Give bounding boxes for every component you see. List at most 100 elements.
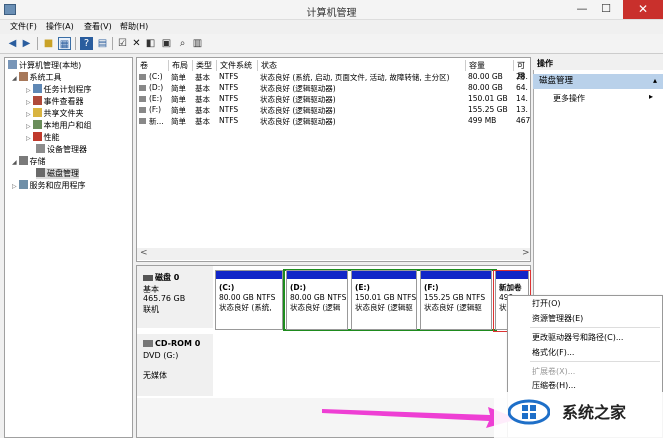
table-cell: 基本 — [195, 117, 210, 126]
table-cell: 简单 — [171, 117, 186, 126]
help-icon[interactable]: ? — [80, 37, 93, 50]
partition-header-bar — [352, 271, 416, 279]
window-title: 计算机管理 — [306, 8, 357, 19]
collapse-arrow-icon[interactable]: ▴ — [653, 76, 657, 85]
storage-icon — [18, 156, 28, 165]
ctx-change-drive-letter[interactable]: 更改驱动器号和路径(C)... — [508, 332, 623, 344]
disk-icon — [36, 168, 45, 177]
table-cell: 状态良好 (逻辑驱动器) — [260, 95, 336, 104]
search-icon[interactable]: ⌕ — [176, 37, 189, 50]
partition-status: 状态良好 (逻辑驱 — [424, 303, 482, 312]
menu-help[interactable]: 帮助(H) — [120, 21, 148, 32]
horizontal-scrollbar[interactable] — [137, 248, 530, 260]
more-actions-link[interactable]: 更多操作 — [553, 93, 585, 104]
table-cell: NTFS — [219, 116, 239, 125]
rescan-icon[interactable]: ▥ — [191, 37, 204, 50]
partition-block[interactable]: (F:) 155.25 GB NTFS 状态良好 (逻辑驱 — [420, 270, 492, 330]
table-cell: 简单 — [171, 106, 186, 115]
ctx-open[interactable]: 打开(O) — [508, 298, 561, 310]
menu-view[interactable]: 查看(V) — [84, 21, 112, 32]
toolbar-separator — [112, 37, 113, 50]
services-icon — [18, 180, 28, 189]
device-manager-icon — [36, 144, 45, 153]
partition-block[interactable]: (E:) 150.01 GB NTFS 状态良好 (逻辑驱 — [351, 270, 417, 330]
delete-icon[interactable]: ✕ — [130, 37, 143, 50]
volume-icon — [139, 74, 146, 80]
scroll-right-arrow[interactable]: > — [522, 248, 530, 258]
tree-item-local-users[interactable]: ▷ 本地用户和组 — [26, 120, 92, 131]
tree-item-device-manager[interactable]: 设备管理器 — [36, 144, 87, 155]
show-tree-icon[interactable]: ▦ — [58, 37, 71, 50]
table-cell: 简单 — [171, 95, 186, 104]
table-cell: 80.00 GB — [468, 83, 503, 92]
new-icon[interactable]: ◧ — [144, 37, 157, 50]
col-capacity[interactable]: 容量 — [466, 60, 514, 71]
col-free[interactable]: 可用 — [514, 60, 530, 81]
cdrom-type: DVD (G:) — [143, 351, 179, 360]
forward-icon[interactable]: ▶ — [20, 37, 33, 50]
partition-status: 状态良好 (逻辑驱 — [355, 303, 413, 312]
up-folder-icon[interactable]: ■ — [42, 37, 55, 50]
watermark-logo-icon — [507, 396, 551, 428]
table-cell: NTFS — [219, 105, 239, 114]
partition-status: 状态良好 (系统, — [219, 303, 272, 312]
checklist-icon[interactable]: ☑ — [116, 37, 129, 50]
menu-file[interactable]: 文件(F) — [10, 21, 37, 32]
table-cell: 64. — [516, 83, 528, 92]
partition-size: 80.00 GB NTFS — [219, 293, 276, 302]
partition-block[interactable]: (D:) 80.00 GB NTFS 状态良好 (逻辑 — [286, 270, 348, 330]
maximize-button[interactable]: ☐ — [598, 2, 614, 15]
tree-item-event-viewer[interactable]: ▷ 事件查看器 — [26, 96, 84, 107]
ctx-format[interactable]: 格式化(F)... — [508, 347, 574, 359]
tree-item-root[interactable]: 计算机管理(本地) — [8, 60, 81, 71]
computer-icon — [8, 60, 17, 69]
tree-item-performance[interactable]: ▷ 性能 — [26, 132, 60, 143]
menu-action[interactable]: 操作(A) — [46, 21, 74, 32]
partition-status: 状态良好 (逻辑 — [290, 303, 341, 312]
table-cell: 基本 — [195, 84, 210, 93]
partition-letter: (E:) — [355, 283, 370, 292]
table-cell: NTFS — [219, 83, 239, 92]
ctx-shrink[interactable]: 压缩卷(H)... — [508, 380, 576, 392]
col-layout[interactable]: 布局 — [169, 60, 193, 71]
partition-header-bar — [216, 271, 282, 279]
more-actions-arrow-icon: ▸ — [649, 92, 654, 101]
volume-icon — [139, 96, 146, 102]
partition-block[interactable]: (C:) 80.00 GB NTFS 状态良好 (系统, — [215, 270, 283, 330]
table-cell: 80.00 GB — [468, 72, 503, 81]
tree-item-services[interactable]: ▷ 服务和应用程序 — [12, 180, 86, 191]
col-type[interactable]: 类型 — [193, 60, 217, 71]
table-cell: 基本 — [195, 95, 210, 104]
col-status[interactable]: 状态 — [258, 60, 466, 71]
ctx-explorer[interactable]: 资源管理器(E) — [508, 313, 583, 325]
back-icon[interactable]: ◀ — [6, 37, 19, 50]
scroll-left-arrow[interactable]: < — [140, 248, 148, 258]
volume-icon — [139, 107, 146, 113]
partition-letter: (C:) — [219, 283, 235, 292]
users-icon — [32, 120, 42, 129]
partition-size: 155.25 GB NTFS — [424, 293, 486, 302]
minimize-button[interactable]: — — [574, 2, 590, 15]
table-cell: 状态良好 (逻辑驱动器) — [260, 84, 336, 93]
tree-item-disk-management[interactable]: 磁盘管理 — [36, 168, 79, 179]
toolbar-separator — [37, 37, 38, 50]
cdrom-title: CD-ROM 0 — [143, 339, 200, 348]
pink-arrow-annotation — [322, 407, 518, 428]
open-folder-icon[interactable]: ▣ — [160, 37, 173, 50]
toolbar-separator — [75, 37, 76, 50]
tree-item-storage[interactable]: ◢ 存储 — [12, 156, 46, 167]
table-cell: 基本 — [195, 73, 210, 82]
tree-item-shared-folders[interactable]: ▷ 共享文件夹 — [26, 108, 84, 119]
actions-section-disk-management[interactable]: 磁盘管理 — [533, 74, 663, 89]
col-filesystem[interactable]: 文件系统 — [217, 60, 258, 71]
partition-header-bar — [421, 271, 491, 279]
properties-icon[interactable]: ▤ — [96, 37, 109, 50]
tree-item-system-tools[interactable]: ◢ 系统工具 — [12, 72, 62, 83]
volume-icon — [139, 118, 146, 124]
ctx-extend[interactable]: 扩展卷(X)... — [508, 366, 575, 378]
watermark-logo-shape — [507, 399, 551, 425]
close-button[interactable]: ✕ — [623, 0, 663, 19]
table-cell: 基本 — [195, 106, 210, 115]
col-volume[interactable]: 卷 — [137, 60, 169, 71]
tree-item-task-scheduler[interactable]: ▷ 任务计划程序 — [26, 84, 92, 95]
